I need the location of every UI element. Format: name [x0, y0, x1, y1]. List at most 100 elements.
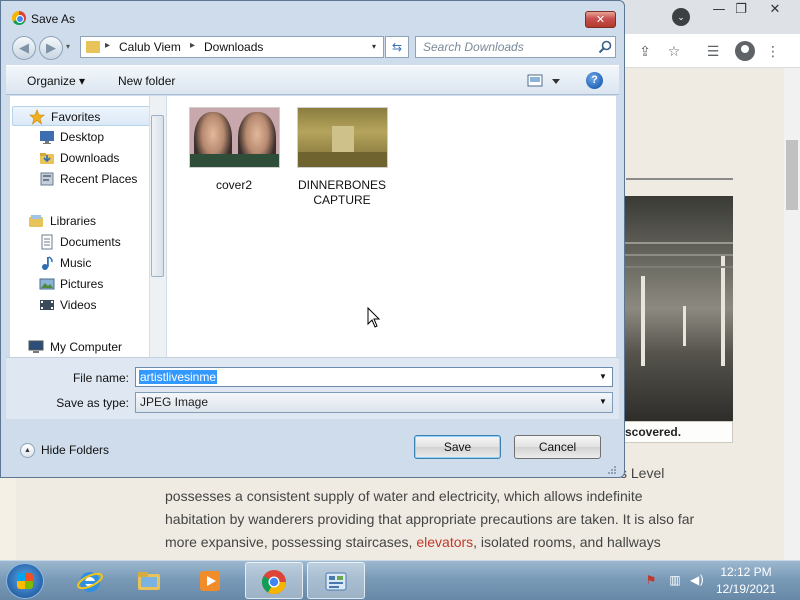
tab-search-button[interactable]: ⌄	[672, 8, 690, 26]
music-icon	[42, 256, 53, 270]
control-panel-icon	[325, 572, 347, 591]
mouse-cursor-icon	[367, 307, 381, 328]
article-line-2: habitation by wanderers providing that a…	[165, 511, 695, 527]
start-button[interactable]	[6, 563, 44, 599]
nav-label: Downloads	[60, 151, 120, 165]
back-button[interactable]: ◀	[12, 36, 36, 60]
taskbar-chrome[interactable]	[245, 562, 303, 599]
nav-item-music[interactable]: Music	[12, 253, 152, 273]
nav-label: Videos	[60, 298, 97, 312]
nav-label: Favorites	[51, 110, 101, 124]
article-line-3-before: more expansive, possessing staircases,	[165, 534, 417, 550]
chevron-up-icon: ▲	[20, 443, 35, 458]
recent-locations-dropdown[interactable]: ▾	[66, 42, 76, 52]
forward-button[interactable]: ▶	[39, 36, 63, 60]
file-item-cover2[interactable]: cover2	[179, 96, 289, 206]
nav-label: My Computer	[50, 340, 123, 354]
address-bar[interactable]: ▸ Calub Viem ▸ Downloads ▾	[80, 36, 384, 58]
folder-icon	[86, 41, 100, 53]
command-bar: Organize ▾ New folder ?	[6, 65, 619, 95]
search-icon[interactable]	[597, 39, 613, 55]
search-placeholder: Search Downloads	[423, 40, 524, 54]
save-button[interactable]: Save	[414, 435, 501, 459]
file-thumbnail	[297, 107, 388, 168]
bookmark-star-icon[interactable]: ☆	[665, 43, 683, 61]
file-name-value[interactable]: artistlivesinme	[139, 370, 218, 384]
new-folder-button[interactable]: New folder	[118, 74, 175, 88]
file-name: DINNERBONES CAPTURE	[297, 178, 386, 207]
nav-item-favorites[interactable]: Favorites	[12, 106, 152, 126]
cancel-button[interactable]: Cancel	[514, 435, 601, 459]
elevators-link[interactable]: elevators	[416, 534, 473, 550]
taskbar-file-explorer[interactable]	[121, 562, 179, 599]
save-as-type-label: Save as type:	[56, 396, 129, 410]
refresh-button[interactable]: ⇆	[385, 36, 409, 58]
browser-close-button[interactable]: ✕	[760, 0, 790, 20]
nav-item-downloads[interactable]: Downloads	[12, 148, 152, 168]
address-dropdown[interactable]: ▾	[367, 40, 381, 54]
search-input[interactable]: Search Downloads	[415, 36, 616, 58]
file-name-label: File name:	[72, 371, 129, 385]
image-caption: scovered.	[621, 421, 733, 443]
nav-item-documents[interactable]: Documents	[12, 232, 152, 252]
organize-button[interactable]: Organize ▾	[27, 74, 85, 88]
network-icon[interactable]: ▥	[668, 573, 682, 587]
nav-label: Documents	[60, 235, 121, 249]
taskbar: ⚑ ▥ ◀)	[0, 560, 800, 600]
file-item-dinnerbones-capture[interactable]: DINNERBONES CAPTURE	[287, 96, 397, 207]
article-image	[623, 196, 733, 421]
save-as-dialog: Save As ✕ ◀ ▶ ▾ ▸ Calub Viem ▸ Downloads…	[0, 0, 625, 478]
page-scrollbar-thumb[interactable]	[786, 140, 798, 210]
dialog-titlebar[interactable]: Save As ✕	[1, 1, 624, 33]
nav-item-libraries[interactable]: Libraries	[12, 211, 152, 231]
article-line-3: more expansive, possessing staircases, e…	[165, 534, 661, 550]
breadcrumb-separator[interactable]: ▸	[105, 40, 110, 51]
nav-label: Recent Places	[60, 172, 138, 186]
taskbar-media-player[interactable]	[182, 562, 240, 599]
computer-icon	[28, 340, 44, 353]
help-button[interactable]: ?	[586, 72, 603, 89]
recent-places-icon	[40, 172, 54, 186]
profile-avatar[interactable]	[735, 41, 755, 61]
nav-item-desktop[interactable]: Desktop	[12, 127, 152, 147]
restore-button[interactable]: ❐	[726, 0, 756, 20]
media-player-icon	[200, 571, 220, 591]
page-divider	[626, 178, 733, 180]
action-center-icon[interactable]: ⚑	[644, 573, 658, 587]
star-icon	[29, 109, 45, 125]
file-name: cover2	[215, 178, 253, 192]
article-text-fragment: s Level	[620, 465, 665, 481]
nav-label: Pictures	[60, 277, 104, 291]
browser-menu-icon[interactable]: ⋮	[764, 43, 782, 61]
volume-icon[interactable]: ◀)	[690, 573, 704, 587]
article-line-3-after: , isolated rooms, and hallways	[473, 534, 661, 550]
nav-label: Libraries	[50, 214, 97, 228]
breadcrumb-downloads[interactable]: Downloads	[204, 40, 263, 54]
taskbar-internet-explorer[interactable]	[62, 562, 120, 599]
nav-item-recent-places[interactable]: Recent Places	[12, 169, 152, 189]
share-icon[interactable]: ⇪	[636, 43, 654, 61]
nav-item-videos[interactable]: Videos	[12, 295, 152, 315]
change-view-icon[interactable]	[526, 73, 566, 89]
taskbar-control-panel[interactable]	[307, 562, 365, 599]
internet-explorer-icon	[77, 572, 103, 592]
nav-pane-scrollbar-thumb[interactable]	[151, 115, 164, 277]
file-name-dropdown-arrow[interactable]: ▼	[597, 370, 609, 384]
breadcrumb-separator[interactable]: ▸	[190, 40, 195, 51]
reading-list-icon[interactable]: ☰	[704, 43, 722, 61]
desktop-icon	[40, 131, 54, 144]
dialog-close-button[interactable]: ✕	[585, 11, 616, 28]
resize-grip-icon[interactable]	[605, 463, 617, 475]
nav-item-pictures[interactable]: Pictures	[12, 274, 152, 294]
file-name-input[interactable]: artistlivesinme	[135, 367, 613, 387]
breadcrumb-user[interactable]: Calub Viem	[119, 40, 181, 54]
nav-item-my-computer[interactable]: My Computer	[12, 337, 152, 357]
save-as-type-select[interactable]: JPEG Image	[135, 392, 613, 413]
folder-icon	[138, 572, 160, 590]
clock-date[interactable]: 12/19/2021	[706, 582, 786, 596]
clock-time[interactable]: 12:12 PM	[706, 565, 786, 579]
chrome-icon	[261, 570, 286, 595]
file-thumbnail	[189, 107, 280, 168]
save-as-type-dropdown-arrow[interactable]: ▼	[597, 395, 609, 409]
article-line-1: possesses a consistent supply of water a…	[165, 488, 643, 504]
